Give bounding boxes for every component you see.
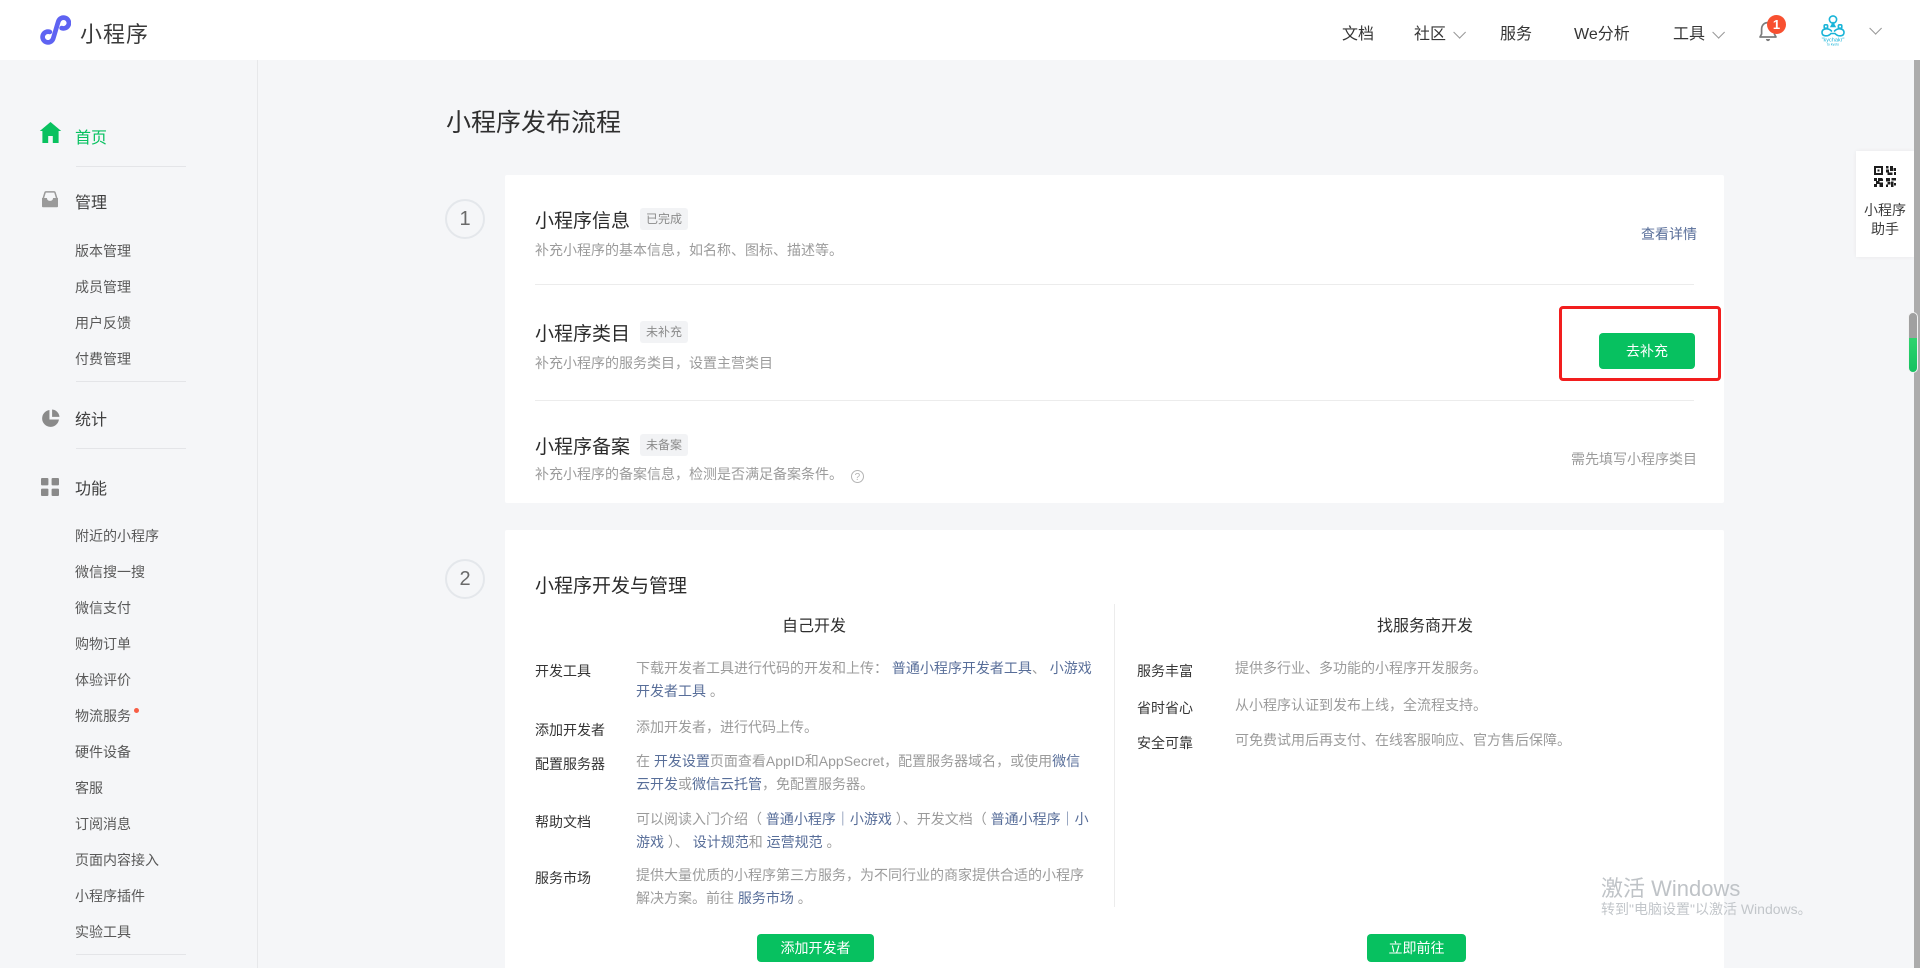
svg-text:to kyoto: to kyoto (1827, 43, 1839, 47)
